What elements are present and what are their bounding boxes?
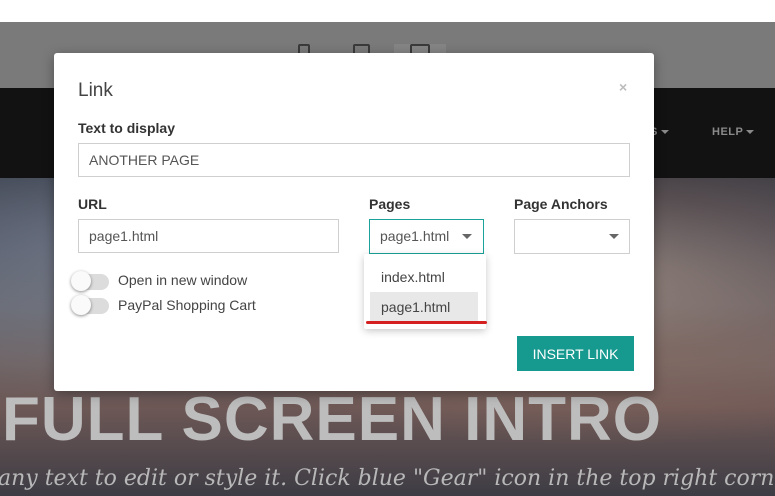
page-anchors-select[interactable] <box>514 219 630 254</box>
dialog-title: Link <box>78 80 113 101</box>
dropdown-option-index[interactable]: index.html <box>370 262 478 292</box>
toggle-knob <box>71 295 91 315</box>
link-dialog: Link × Text to display ANOTHER PAGE URL … <box>54 53 654 391</box>
pages-dropdown-menu: index.html page1.html <box>364 254 486 329</box>
pages-label: Pages <box>369 196 411 212</box>
open-new-window-label: Open in new window <box>118 272 248 288</box>
url-input[interactable]: page1.html <box>78 219 339 253</box>
highlight-underline <box>366 321 487 324</box>
text-to-display-input[interactable]: ANOTHER PAGE <box>78 143 630 177</box>
page-anchors-label: Page Anchors <box>514 196 608 212</box>
dropdown-option-page1[interactable]: page1.html <box>370 292 478 322</box>
caret-down-icon <box>462 234 472 239</box>
insert-link-button[interactable]: INSERT LINK <box>517 336 634 371</box>
text-to-display-label: Text to display <box>78 120 175 136</box>
open-new-window-toggle[interactable] <box>71 271 109 291</box>
caret-down-icon <box>609 234 619 239</box>
pages-select-value: page1.html <box>380 228 450 244</box>
pages-select[interactable]: page1.html <box>369 219 484 254</box>
url-label: URL <box>78 196 107 212</box>
paypal-cart-label: PayPal Shopping Cart <box>118 297 256 313</box>
toggle-knob <box>71 271 91 291</box>
close-icon[interactable]: × <box>619 79 627 95</box>
paypal-cart-toggle[interactable] <box>71 295 109 315</box>
